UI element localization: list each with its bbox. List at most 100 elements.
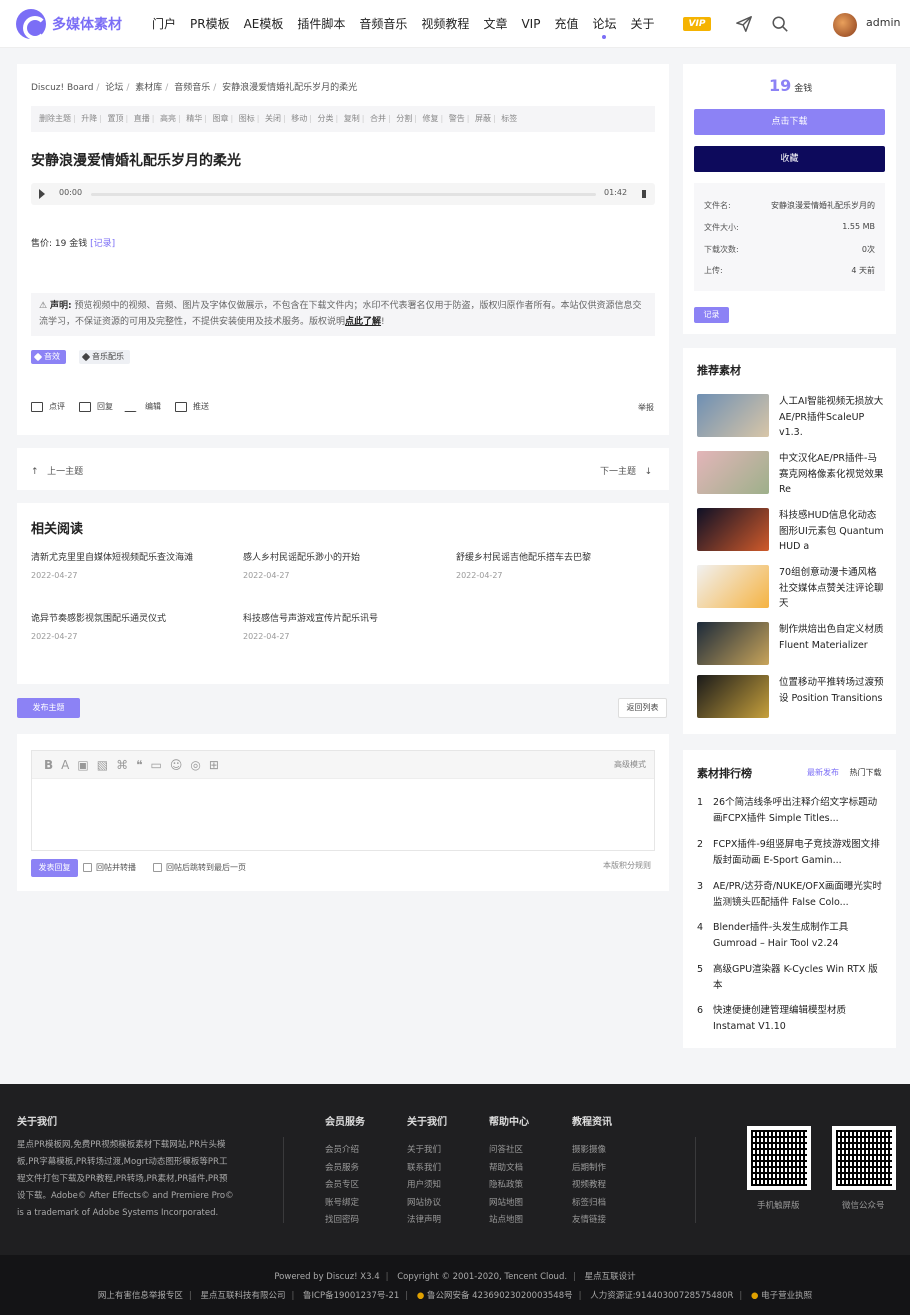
- mention-icon[interactable]: ◎: [190, 758, 200, 772]
- footer-link[interactable]: 会员介绍: [325, 1142, 365, 1160]
- nav-about[interactable]: 关于: [630, 0, 654, 48]
- new-thread-button[interactable]: 发布主题: [17, 698, 80, 718]
- breadcrumb-audio[interactable]: 音频音乐: [174, 83, 210, 93]
- favorite-button[interactable]: 收藏: [694, 146, 885, 172]
- breadcrumb-library[interactable]: 素材库: [135, 83, 162, 93]
- footer-link[interactable]: 联系我们: [407, 1160, 447, 1178]
- avatar[interactable]: [833, 13, 857, 37]
- breadcrumb-home[interactable]: Discuz! Board: [31, 83, 93, 93]
- font-color-icon[interactable]: A: [61, 758, 69, 772]
- recommend-item[interactable]: 70组创意动漫卡通风格社交媒体点赞关注评论聊天: [697, 565, 887, 609]
- footer-link[interactable]: 网站协议: [407, 1195, 447, 1213]
- breadcrumb-forum[interactable]: 论坛: [105, 83, 123, 93]
- nav-portal[interactable]: 门户: [152, 0, 176, 48]
- site-logo[interactable]: 多媒体素材: [16, 9, 122, 40]
- prev-thread-link[interactable]: ↑ 上一主题: [31, 464, 83, 477]
- nav-articles[interactable]: 文章: [483, 0, 507, 48]
- tag-music[interactable]: 音乐配乐: [79, 350, 130, 364]
- nav-vip[interactable]: VIP: [521, 0, 540, 48]
- bold-icon[interactable]: B: [44, 758, 53, 772]
- edit-button[interactable]: 编辑: [124, 401, 161, 412]
- back-to-list-button[interactable]: 返回列表: [618, 698, 667, 718]
- footer-link[interactable]: 用户须知: [407, 1177, 447, 1195]
- report-link[interactable]: 举报: [638, 402, 654, 413]
- mod-delete[interactable]: 删除主题: [39, 114, 71, 123]
- reply-textarea[interactable]: [32, 779, 654, 849]
- tag-sound-effects[interactable]: 音效: [31, 350, 66, 364]
- mod-split[interactable]: 分割: [396, 114, 412, 123]
- nav-video-tutorials[interactable]: 视频教程: [421, 0, 469, 48]
- attachment-icon[interactable]: ▧: [97, 758, 108, 772]
- mod-repair[interactable]: 修复: [423, 114, 439, 123]
- player-progress-track[interactable]: [91, 193, 596, 196]
- mod-live[interactable]: 直播: [134, 114, 150, 123]
- mod-ban[interactable]: 屏蔽: [475, 114, 491, 123]
- mod-close[interactable]: 关闭: [265, 114, 281, 123]
- notice-link[interactable]: 点此了解: [345, 317, 381, 327]
- recommend-item[interactable]: 人工AI智能视频无损放大AE/PR插件ScaleUP v1.3.: [697, 394, 887, 438]
- footer-link[interactable]: 后期制作: [572, 1160, 612, 1178]
- report-center-link[interactable]: 网上有害信息举报专区: [98, 1291, 183, 1301]
- footer-link[interactable]: 站点地图: [489, 1212, 529, 1230]
- recommend-item[interactable]: 制作烘焙出色自定义材质 Fluent Materializer: [697, 622, 887, 666]
- footer-link[interactable]: 找回密码: [325, 1212, 365, 1230]
- mod-bump[interactable]: 升降: [81, 114, 97, 123]
- jump-last-checkbox[interactable]: 回帖后跳转到最后一页: [153, 862, 246, 873]
- recommend-item[interactable]: 科技感HUD信息化动态图形UI元素包 Quantum HUD a: [697, 508, 887, 552]
- police-record-link[interactable]: 鲁公网安备 42369023020003548号: [427, 1291, 573, 1301]
- mod-warn[interactable]: 警告: [449, 114, 465, 123]
- price-record-link[interactable]: [记录]: [90, 239, 115, 249]
- related-item[interactable]: 舒缓乡村民谣吉他配乐搭车去巴黎 2022-04-27: [456, 550, 591, 580]
- mod-stick[interactable]: 置顶: [108, 114, 124, 123]
- nav-forum[interactable]: 论坛: [592, 0, 616, 48]
- download-button[interactable]: 点击下载: [694, 109, 885, 135]
- footer-link[interactable]: 问答社区: [489, 1142, 529, 1160]
- repost-checkbox[interactable]: 回帖并转播: [83, 862, 136, 873]
- tab-hot[interactable]: 热门下载: [850, 768, 882, 777]
- related-item[interactable]: 感人乡村民谣配乐渺小的开始 2022-04-27: [243, 550, 360, 580]
- comment-button[interactable]: 点评: [31, 401, 65, 412]
- footer-link[interactable]: 关于我们: [407, 1142, 447, 1160]
- mod-move[interactable]: 移动: [291, 114, 307, 123]
- recommend-item[interactable]: 位置移动平推转场过渡预设 Position Transitions: [697, 675, 887, 719]
- mod-digest[interactable]: 精华: [186, 114, 202, 123]
- play-icon[interactable]: [39, 189, 45, 199]
- quote-icon[interactable]: ❝: [136, 758, 142, 772]
- record-button[interactable]: 记录: [694, 307, 729, 323]
- related-item[interactable]: 清新尤克里里自媒体短视频配乐查汶海滩 2022-04-27: [31, 550, 193, 580]
- nav-audio[interactable]: 音频音乐: [359, 0, 407, 48]
- icp-link[interactable]: 鲁ICP备19001237号-21: [303, 1291, 399, 1301]
- nav-ae-templates[interactable]: AE模板: [244, 0, 284, 48]
- footer-link[interactable]: 网站地图: [489, 1195, 529, 1213]
- user-name[interactable]: admin: [866, 16, 900, 29]
- code-icon[interactable]: ▭: [151, 758, 162, 772]
- nav-recharge[interactable]: 充值: [554, 0, 578, 48]
- footer-link[interactable]: 标签归档: [572, 1195, 612, 1213]
- footer-link[interactable]: 会员专区: [325, 1177, 365, 1195]
- table-icon[interactable]: ⊞: [209, 758, 219, 772]
- mod-category[interactable]: 分类: [318, 114, 334, 123]
- mod-icon[interactable]: 图标: [239, 114, 255, 123]
- next-thread-link[interactable]: 下一主题 ↓: [600, 464, 652, 477]
- related-item[interactable]: 诡异节奏感影视氛围配乐通灵仪式 2022-04-27: [31, 611, 166, 641]
- push-button[interactable]: 推送: [175, 401, 209, 412]
- mod-tags[interactable]: 标签: [501, 114, 517, 123]
- footer-link[interactable]: 摄影摄像: [572, 1142, 612, 1160]
- designer-link[interactable]: 星点互联设计: [585, 1272, 636, 1282]
- smiley-icon[interactable]: ☺: [170, 758, 183, 772]
- mod-stamp[interactable]: 图章: [213, 114, 229, 123]
- footer-link[interactable]: 友情链接: [572, 1212, 612, 1230]
- recommend-item[interactable]: 中文汉化AE/PR插件-马赛克网格像素化视觉效果 Re: [697, 451, 887, 495]
- nav-plugins[interactable]: 插件脚本: [297, 0, 345, 48]
- vip-badge[interactable]: VIP: [683, 17, 711, 31]
- footer-link[interactable]: 隐私政策: [489, 1177, 529, 1195]
- volume-icon[interactable]: [642, 190, 646, 198]
- reply-button[interactable]: 回复: [79, 401, 113, 412]
- send-icon[interactable]: [735, 15, 753, 33]
- search-icon[interactable]: [771, 15, 789, 33]
- nav-pr-templates[interactable]: PR模板: [190, 0, 230, 48]
- footer-link[interactable]: 帮助文档: [489, 1160, 529, 1178]
- footer-link[interactable]: 账号绑定: [325, 1195, 365, 1213]
- footer-link[interactable]: 会员服务: [325, 1160, 365, 1178]
- link-icon[interactable]: ⌘: [116, 758, 128, 772]
